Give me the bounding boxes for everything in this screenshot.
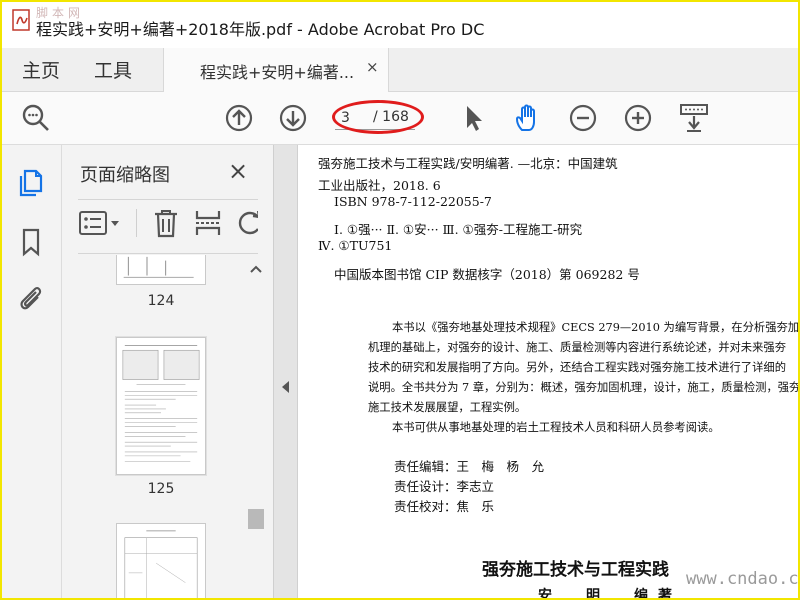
acrobat-logo-icon: [12, 9, 30, 31]
highlight-annotation-oval: [332, 100, 424, 134]
tab-home[interactable]: 主页: [22, 56, 60, 83]
hand-icon[interactable]: [512, 102, 544, 134]
tab-bar: 主页 工具 程实践+安明+编著... ×: [2, 48, 798, 92]
page-down-icon[interactable]: [277, 102, 309, 134]
panel-title: 页面缩略图: [80, 165, 170, 186]
tab-tools[interactable]: 工具: [94, 56, 132, 83]
close-panel-icon[interactable]: ×: [228, 157, 248, 185]
left-rail: [2, 145, 62, 598]
credit-line: 责任编辑：王 梅 杨 允: [394, 459, 545, 474]
page-thumbnails-icon[interactable]: [16, 167, 46, 197]
thumbnails-panel: 页面缩略图 × 124 125: [62, 145, 274, 598]
divider: [78, 199, 258, 200]
zoom-search-icon[interactable]: [20, 102, 52, 134]
collapse-arrow-icon[interactable]: [282, 381, 289, 393]
scroll-up-icon[interactable]: [248, 263, 264, 275]
abstract-line: 机理的基础上，对强夯的设计、施工、质量检测等内容进行系统论述，并对未来强夯: [368, 341, 786, 354]
rotate-icon[interactable]: [234, 207, 258, 239]
cip-line: ISBN 978-7-112-22055-7: [334, 194, 492, 209]
credit-line: 责任校对：焦 乐: [394, 499, 495, 514]
page-up-icon[interactable]: [223, 102, 255, 134]
window-title: 程实践+安明+编著+2018年版.pdf - Adobe Acrobat Pro…: [36, 20, 485, 39]
zoom-out-icon[interactable]: [567, 102, 599, 134]
divider: [78, 253, 258, 254]
watermark-text: www.cndao.com: [686, 569, 798, 589]
cip-line: 强夯施工技术与工程实践/安明编著. —北京：中国建筑: [318, 156, 618, 171]
cip-line: 中国版本图书馆 CIP 数据核字（2018）第 069282 号: [334, 267, 640, 282]
thumbnail-page-124[interactable]: [116, 255, 206, 285]
abstract-line: 本书可供从事地基处理的岩土工程技术人员和科研人员参考阅读。: [392, 421, 720, 434]
document-page: 强夯施工技术与工程实践/安明编著. —北京：中国建筑 工业出版社，2018. 6…: [298, 145, 798, 600]
tab-document-label: 程实践+安明+编著...: [200, 63, 355, 82]
title-bar: 脚本网 程实践+安明+编著+2018年版.pdf - Adobe Acrobat…: [2, 2, 798, 48]
collapse-panel-handle[interactable]: [274, 145, 298, 598]
scroll-thumb[interactable]: [248, 509, 264, 529]
cip-line: 工业出版社，2018. 6: [318, 178, 441, 193]
thumbnail-page-126[interactable]: [116, 523, 206, 598]
thumbnail-page-125[interactable]: [116, 337, 206, 475]
attachment-icon[interactable]: [16, 283, 46, 313]
cip-line: Ⅳ. ①TU751: [318, 238, 393, 253]
zoom-in-icon[interactable]: [622, 102, 654, 134]
abstract-line: 施工技术发展展望，工程实例。: [368, 401, 527, 414]
cip-line: Ⅰ. ①强··· Ⅱ. ①安··· Ⅲ. ①强夯-工程施工-研究: [334, 222, 583, 237]
abstract-line: 本书以《强夯地基处理技术规程》CECS 279—2010 为编写背景，在分析强夯…: [392, 321, 798, 334]
abstract-line: 说明。全书共分为 7 章，分别为：概述，强夯加固机理，设计，施工，质量检测，强夯: [368, 381, 798, 394]
select-arrow-icon[interactable]: [458, 102, 490, 134]
app-window: 脚本网 程实践+安明+编著+2018年版.pdf - Adobe Acrobat…: [0, 0, 800, 600]
abstract-line: 技术的研究和发展指明了方向。另外，还结合工程实践对强夯施工技术进行了详细的: [368, 361, 786, 374]
book-title: 强夯施工技术与工程实践: [482, 560, 669, 580]
thumbnail-options-icon[interactable]: [78, 207, 124, 239]
bookmark-icon[interactable]: [16, 227, 46, 257]
book-author: 安 明 编著: [538, 588, 682, 600]
thumbnail-scrollbar[interactable]: [248, 259, 264, 598]
thumbnail-label: 124: [147, 293, 175, 309]
thumbnail-label: 125: [147, 481, 175, 497]
credit-line: 责任设计：李志立: [394, 479, 495, 494]
trash-icon[interactable]: [150, 207, 182, 239]
close-tab-icon[interactable]: ×: [366, 58, 379, 76]
insert-page-icon[interactable]: [192, 207, 224, 239]
toolbar-divider: [136, 209, 137, 237]
tab-document[interactable]: 程实践+安明+编著... ×: [163, 48, 389, 92]
toolbar: / 168: [2, 92, 798, 145]
keyboard-icon[interactable]: [678, 102, 710, 134]
